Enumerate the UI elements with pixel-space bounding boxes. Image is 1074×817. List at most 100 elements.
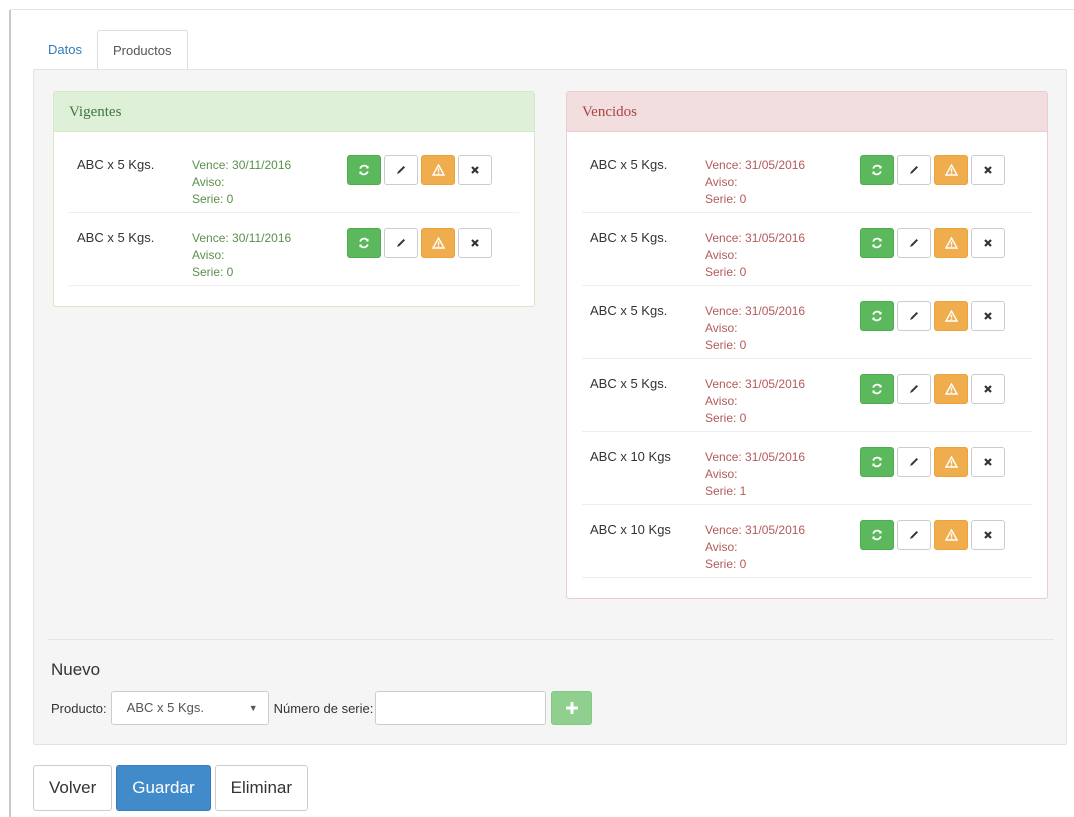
vence-text: Vence: 31/05/2016 — [705, 231, 806, 245]
aviso-text: Aviso: — [705, 540, 738, 554]
window-border-left — [9, 10, 11, 817]
list-item: ABC x 5 Kgs. Vence: 31/05/2016 Aviso: Serie… — [582, 359, 1032, 432]
aviso-text: Aviso: — [192, 175, 225, 189]
nuevo-title: Nuevo — [51, 660, 101, 679]
serie-label: Número de serie: — [273, 700, 374, 716]
product-name: ABC x 5 Kgs. — [590, 376, 668, 391]
alert-button[interactable] — [421, 155, 455, 185]
product-name: ABC x 5 Kgs. — [77, 157, 155, 172]
vencidos-panel: Vencidos ABC x 5 Kgs. Vence: 31/05/2016 Av… — [566, 91, 1048, 599]
pencil-icon — [397, 166, 405, 174]
list-item: ABC x 5 Kgs. Vence: 30/11/2016 Aviso: Serie… — [69, 213, 519, 286]
alert-button[interactable] — [934, 447, 968, 477]
refresh-icon — [872, 310, 882, 322]
refresh-icon — [872, 237, 882, 249]
product-info: Vence: 31/05/2016 Aviso: Serie: 0 — [705, 303, 805, 354]
renew-button[interactable] — [860, 447, 894, 477]
renew-button[interactable] — [860, 520, 894, 550]
alert-button[interactable] — [934, 301, 968, 331]
row-actions — [860, 520, 1005, 550]
delete-button[interactable] — [458, 155, 492, 185]
row-actions — [860, 301, 1005, 331]
vigentes-panel: Vigentes ABC x 5 Kgs. Vence: 30/11/2016 Av… — [53, 91, 535, 307]
edit-button[interactable] — [897, 301, 931, 331]
close-icon — [471, 166, 479, 174]
vence-text: Vence: 31/05/2016 — [705, 523, 806, 537]
vence-text: Vence: 31/05/2016 — [705, 304, 806, 318]
tab-productos[interactable]: Productos — [96, 30, 188, 70]
aviso-text: Aviso: — [192, 248, 225, 262]
product-name: ABC x 5 Kgs. — [590, 230, 668, 245]
renew-button[interactable] — [860, 374, 894, 404]
alert-button[interactable] — [421, 228, 455, 258]
renew-button[interactable] — [860, 228, 894, 258]
vigentes-title: Vigentes — [54, 92, 534, 132]
vencidos-list: ABC x 5 Kgs. Vence: 31/05/2016 Aviso: Serie… — [567, 132, 1047, 578]
guardar-button[interactable]: Guardar — [116, 765, 211, 811]
pencil-icon — [910, 531, 918, 539]
vence-text: Vence: 31/05/2016 — [705, 158, 806, 172]
delete-button[interactable] — [971, 155, 1005, 185]
renew-button[interactable] — [347, 155, 381, 185]
serie-text: Serie: 0 — [705, 557, 747, 571]
aviso-text: Aviso: — [705, 321, 738, 335]
pencil-icon — [910, 239, 918, 247]
delete-button[interactable] — [971, 447, 1005, 477]
pencil-icon — [910, 312, 918, 320]
close-icon — [984, 531, 992, 539]
row-actions — [347, 228, 492, 258]
delete-button[interactable] — [971, 228, 1005, 258]
tab-datos[interactable]: Datos — [33, 30, 97, 70]
alert-button[interactable] — [934, 228, 968, 258]
edit-button[interactable] — [897, 520, 931, 550]
pencil-icon — [910, 458, 918, 466]
delete-button[interactable] — [971, 520, 1005, 550]
delete-button[interactable] — [458, 228, 492, 258]
vence-text: Vence: 30/11/2016 — [192, 158, 292, 172]
vencidos-title: Vencidos — [567, 92, 1047, 132]
close-icon — [984, 312, 992, 320]
alert-button[interactable] — [934, 155, 968, 185]
refresh-icon — [359, 164, 369, 176]
product-info: Vence: 30/11/2016 Aviso: Serie: 0 — [192, 157, 291, 208]
pencil-icon — [910, 166, 918, 174]
edit-button[interactable] — [897, 447, 931, 477]
aviso-text: Aviso: — [705, 175, 738, 189]
add-button[interactable] — [551, 691, 593, 725]
serie-text: Serie: 0 — [705, 192, 747, 206]
volver-button[interactable]: Volver — [33, 765, 113, 811]
product-name: ABC x 5 Kgs. — [590, 303, 668, 318]
list-item: ABC x 5 Kgs. Vence: 31/05/2016 Aviso: Serie… — [582, 213, 1032, 286]
refresh-icon — [872, 383, 882, 395]
edit-button[interactable] — [897, 228, 931, 258]
row-actions — [347, 155, 492, 185]
alert-button[interactable] — [934, 520, 968, 550]
plus-icon — [565, 702, 578, 714]
producto-select[interactable]: ABC x 5 Kgs. ▼ — [110, 691, 269, 725]
edit-button[interactable] — [897, 374, 931, 404]
warning-icon — [431, 164, 445, 176]
serie-text: Serie: 0 — [705, 338, 747, 352]
renew-button[interactable] — [860, 155, 894, 185]
warning-icon — [944, 383, 958, 395]
row-actions — [860, 228, 1005, 258]
aviso-text: Aviso: — [705, 248, 738, 262]
close-icon — [471, 239, 479, 247]
delete-button[interactable] — [971, 301, 1005, 331]
renew-button[interactable] — [860, 301, 894, 331]
product-info: Vence: 30/11/2016 Aviso: Serie: 0 — [192, 230, 291, 281]
alert-button[interactable] — [934, 374, 968, 404]
edit-button[interactable] — [384, 155, 418, 185]
list-item: ABC x 10 Kgs Vence: 31/05/2016 Aviso: Serie… — [582, 432, 1032, 505]
eliminar-button[interactable]: Eliminar — [214, 765, 309, 811]
product-name: ABC x 10 Kgs — [590, 449, 671, 464]
serie-input[interactable] — [375, 691, 547, 725]
edit-button[interactable] — [897, 155, 931, 185]
edit-button[interactable] — [384, 228, 418, 258]
product-name: ABC x 5 Kgs. — [77, 230, 155, 245]
delete-button[interactable] — [971, 374, 1005, 404]
warning-icon — [944, 310, 958, 322]
renew-button[interactable] — [347, 228, 381, 258]
row-actions — [860, 374, 1005, 404]
product-info: Vence: 31/05/2016 Aviso: Serie: 0 — [705, 230, 805, 281]
